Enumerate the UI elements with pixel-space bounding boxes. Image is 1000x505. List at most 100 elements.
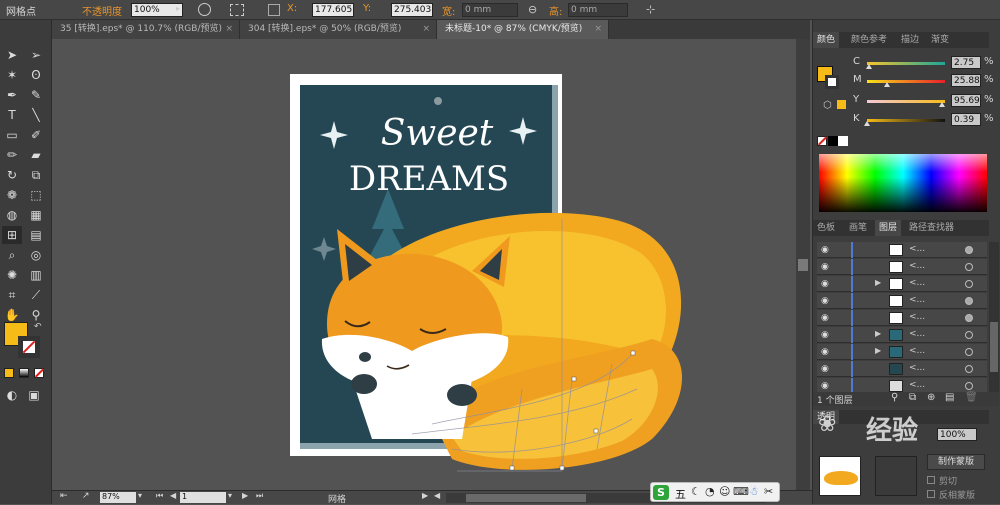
eye-icon[interactable]: ◉ — [821, 279, 831, 289]
opacity-dropdown-icon[interactable]: ▸ — [176, 4, 180, 13]
layer-row[interactable]: ◉ ▶ <... — [817, 327, 987, 343]
style-icon[interactable] — [198, 3, 211, 16]
channel-value[interactable]: 0.39 — [951, 113, 981, 126]
channel-value[interactable]: 25.88 — [951, 74, 981, 87]
curvature-tool-icon[interactable]: ✎ — [26, 86, 46, 104]
target-icon[interactable] — [965, 246, 973, 254]
link-icon[interactable]: ⊖ — [528, 3, 537, 16]
eye-icon[interactable]: ◉ — [821, 245, 831, 255]
scroll-left-icon[interactable]: ◀ — [434, 491, 440, 500]
page-dropdown-icon[interactable]: ▾ — [228, 491, 232, 500]
eye-icon[interactable]: ◉ — [821, 330, 831, 340]
tab-color-guide[interactable]: 颜色参考 — [847, 32, 891, 48]
tab-doc-35[interactable]: 35 [转换].eps* @ 110.7% (RGB/预览) × — [52, 20, 240, 39]
type-tool-icon[interactable]: T — [2, 106, 22, 124]
eye-icon[interactable]: ◉ — [821, 296, 831, 306]
punctuation-icon[interactable]: ◔ — [705, 485, 715, 498]
slider-m[interactable]: M 25.88 % — [853, 74, 994, 88]
tools-icon[interactable]: ✂ — [764, 485, 773, 498]
pencil-tool-icon[interactable]: ✏ — [2, 146, 22, 164]
none-swatch[interactable] — [817, 136, 828, 146]
eraser-tool-icon[interactable]: ▰ — [26, 146, 46, 164]
artboard-nav-icon[interactable]: ⇤ — [60, 491, 68, 501]
channel-value[interactable]: 95.69 — [951, 94, 981, 107]
close-icon[interactable]: × — [225, 20, 233, 39]
canvas-scrollbar-vertical[interactable] — [796, 39, 810, 490]
opacity-label[interactable]: 不透明度 — [82, 3, 122, 18]
draw-mode-icon[interactable]: ◐ — [2, 386, 22, 404]
prev-page-icon[interactable]: ◀ — [170, 491, 176, 500]
eye-icon[interactable]: ◉ — [821, 381, 831, 391]
warp-tool-icon[interactable]: ❁ — [2, 186, 22, 204]
rectangle-tool-icon[interactable]: ▭ — [2, 126, 22, 144]
tab-stroke[interactable]: 描边 — [897, 32, 923, 48]
x-field[interactable]: 177.605 — [312, 3, 354, 17]
lasso-tool-icon[interactable]: ʘ — [26, 66, 46, 84]
target-icon[interactable] — [965, 314, 973, 322]
free-transform-tool-icon[interactable]: ⬚ — [26, 186, 46, 204]
share-icon[interactable]: ↗ — [82, 491, 90, 501]
eyedropper-tool-icon[interactable]: ⌕ — [2, 246, 22, 264]
skin-icon[interactable]: ☃ — [749, 485, 759, 498]
target-icon[interactable] — [965, 280, 973, 288]
layer-row[interactable]: ◉ <... — [817, 293, 987, 309]
first-page-icon[interactable]: ⏮ — [156, 491, 163, 501]
tab-doc-304[interactable]: 304 [转换].eps* @ 50% (RGB/预览) × — [240, 20, 437, 39]
layer-row[interactable]: ◉ <... — [817, 361, 987, 377]
layer-row[interactable]: ◉ ▶ <... — [817, 276, 987, 292]
invert-mask-checkbox[interactable] — [927, 490, 935, 498]
rotate-tool-icon[interactable]: ↻ — [2, 166, 22, 184]
transform-icon[interactable]: ⊹ — [646, 3, 655, 16]
out-of-gamut-swatch[interactable] — [837, 100, 846, 109]
target-icon[interactable] — [965, 382, 973, 390]
target-icon[interactable] — [965, 297, 973, 305]
pen-tool-icon[interactable]: ✒ — [2, 86, 22, 104]
layers-scroll-thumb[interactable] — [990, 322, 998, 372]
swap-icon[interactable]: ↶ — [34, 322, 42, 332]
tab-brushes[interactable]: 画笔 — [845, 220, 871, 236]
clipping-mask-icon[interactable]: ⧉ — [909, 392, 916, 403]
canvas-scroll-thumb[interactable] — [798, 259, 808, 271]
gradient-mode-icon[interactable] — [19, 368, 29, 378]
slider-knob[interactable] — [864, 121, 871, 126]
target-icon[interactable] — [965, 365, 973, 373]
make-mask-button[interactable]: 制作蒙版 — [927, 454, 985, 470]
align-icon[interactable] — [230, 4, 244, 16]
eye-icon[interactable]: ◉ — [821, 313, 831, 323]
width-field[interactable]: 0 mm — [462, 3, 518, 17]
reference-point-icon[interactable] — [268, 4, 280, 16]
canvas[interactable]: Sweet DREAMS — [52, 39, 810, 490]
moon-icon[interactable]: ☾ — [691, 485, 701, 498]
target-icon[interactable] — [965, 263, 973, 271]
target-icon[interactable] — [965, 331, 973, 339]
locate-object-icon[interactable]: ⚲ — [891, 392, 898, 403]
screen-mode-icon[interactable]: ▣ — [24, 386, 44, 404]
stroke-swatch[interactable] — [18, 336, 40, 358]
mesh-tool-icon[interactable]: ⊞ — [2, 226, 22, 244]
perspective-tool-icon[interactable]: ▦ — [26, 206, 46, 224]
slider-knob[interactable] — [884, 82, 891, 87]
white-swatch[interactable] — [838, 136, 848, 146]
mask-thumbnail[interactable] — [875, 456, 917, 496]
expand-arrow-icon[interactable]: ▶ — [875, 346, 881, 355]
paintbrush-tool-icon[interactable]: ✐ — [26, 126, 46, 144]
layer-row[interactable]: ◉ <... — [817, 310, 987, 326]
direct-selection-tool-icon[interactable]: ➢ — [26, 46, 46, 64]
layer-row[interactable]: ◉ <... — [817, 259, 987, 275]
tab-layers[interactable]: 图层 — [875, 220, 902, 236]
zoom-field[interactable]: 87% — [100, 492, 136, 503]
blend-tool-icon[interactable]: ◎ — [26, 246, 46, 264]
slider-knob[interactable] — [866, 64, 873, 69]
slider-k[interactable]: K 0.39 % — [853, 113, 994, 127]
black-swatch[interactable] — [828, 136, 838, 146]
tab-doc-untitled[interactable]: 未标题-10* @ 87% (CMYK/预览) × — [437, 20, 609, 39]
new-sublayer-icon[interactable]: ⊕ — [927, 392, 935, 403]
ime-toolbar[interactable]: S 五 ☾ ◔ ☺ ⌨ ☃ ✂ — [650, 482, 780, 502]
eye-icon[interactable]: ◉ — [821, 347, 831, 357]
new-layer-icon[interactable]: ▤ — [945, 392, 954, 403]
eye-icon[interactable]: ◉ — [821, 262, 831, 272]
gradient-tool-icon[interactable]: ▤ — [26, 226, 46, 244]
tab-gradient[interactable]: 渐变 — [927, 32, 953, 48]
scale-tool-icon[interactable]: ⧉ — [26, 166, 46, 184]
trash-icon[interactable]: 🗑 — [965, 392, 978, 403]
